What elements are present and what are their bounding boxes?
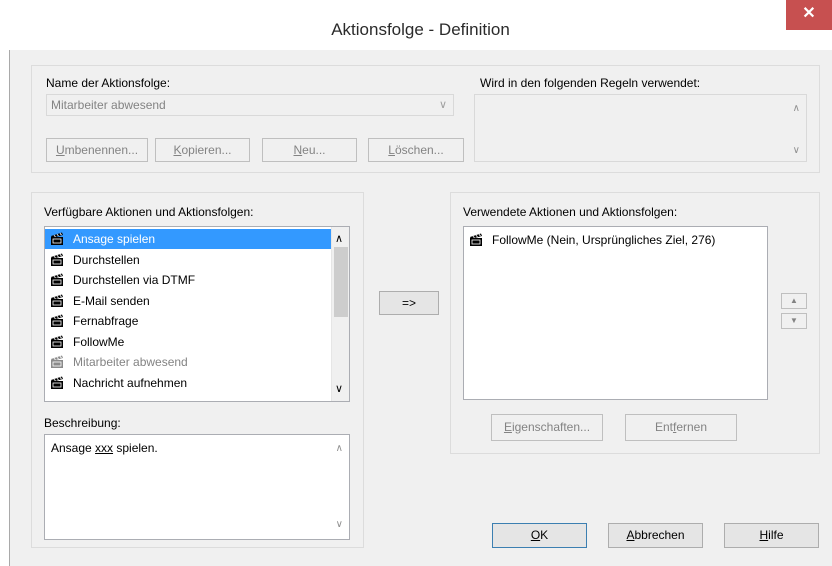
ok-mnemonic: O	[530, 528, 541, 542]
available-list-item[interactable]: Durchstellen via DTMF	[45, 270, 349, 290]
delete-button[interactable]: Löschen...	[368, 138, 464, 162]
properties-mnemonic: E	[503, 420, 512, 434]
dialog-title: Aktionsfolge - Definition	[331, 20, 510, 39]
available-scrollbar[interactable]: ∧ ∨	[331, 227, 349, 401]
rename-mnemonic: U	[55, 143, 65, 157]
move-up-button[interactable]: ▲	[781, 293, 807, 309]
delete-mnemonic: L	[388, 143, 395, 157]
available-item-label: Mitarbeiter abwesend	[73, 355, 188, 369]
available-list-item[interactable]: E-Mail senden	[45, 291, 349, 311]
available-item-label: E-Mail senden	[73, 293, 150, 308]
copy-button[interactable]: Kopieren...	[155, 138, 250, 162]
available-list-item[interactable]: Mitarbeiter abwesend	[45, 352, 349, 372]
available-item-label: Durchstellen	[73, 252, 140, 267]
help-button[interactable]: Hilfe	[724, 523, 819, 548]
ok-button[interactable]: OK	[492, 523, 587, 548]
sequence-name-combobox[interactable]: Mitarbeiter abwesend ∨	[46, 94, 454, 116]
rename-button[interactable]: Umbenennen...	[46, 138, 148, 162]
used-item-label: FollowMe (Nein, Ursprüngliches Ziel, 276…	[492, 233, 716, 247]
triangle-up-icon: ▲	[790, 296, 798, 305]
available-item-label: Ansage spielen	[73, 232, 156, 246]
used-label: Verwendete Aktionen und Aktionsfolgen:	[463, 205, 678, 219]
used-list[interactable]: FollowMe (Nein, Ursprüngliches Ziel, 276…	[463, 226, 768, 400]
scroll-down-icon: ∨	[335, 519, 343, 530]
scroll-up-icon: ∧	[792, 103, 800, 114]
available-list-item[interactable]: Fernabfrage	[45, 311, 349, 331]
available-item-label: FollowMe	[73, 334, 125, 349]
help-mnemonic: H	[759, 528, 769, 542]
description-box: Ansage xxx spielen. ∧ ∨	[44, 434, 350, 540]
available-item-label: Durchstellen via DTMF	[73, 273, 196, 287]
available-list-item[interactable]: Nachricht aufnehmen	[45, 373, 349, 393]
available-list-item[interactable]: Ansage spielen	[45, 229, 349, 249]
triangle-down-icon: ▼	[790, 316, 798, 325]
sequence-name-value: Mitarbeiter abwesend	[51, 98, 166, 112]
close-button[interactable]: ✕	[786, 0, 832, 30]
new-mnemonic: N	[293, 143, 303, 157]
remove-button[interactable]: Entfernen	[625, 414, 737, 441]
move-down-button[interactable]: ▼	[781, 313, 807, 329]
description-label: Beschreibung:	[44, 416, 121, 430]
add-action-button[interactable]: =>	[379, 291, 439, 315]
scroll-up-icon: ∧	[335, 443, 343, 454]
available-item-label: Fernabfrage	[73, 314, 139, 328]
scroll-up-icon[interactable]: ∧	[335, 232, 343, 245]
available-label: Verfügbare Aktionen und Aktionsfolgen:	[44, 205, 254, 219]
available-list-item[interactable]: FollowMe	[45, 332, 349, 352]
used-list-item[interactable]: FollowMe (Nein, Ursprüngliches Ziel, 276…	[464, 230, 715, 250]
chevron-down-icon: ∨	[438, 99, 447, 111]
new-button[interactable]: Neu...	[262, 138, 357, 162]
available-item-label: Nachricht aufnehmen	[73, 375, 188, 390]
description-placeholder: xxx	[95, 441, 114, 455]
sequence-name-label: Name der Aktionsfolge:	[46, 76, 171, 90]
available-list-item[interactable]: Durchstellen	[45, 250, 349, 270]
description-text: Ansage xxx spielen.	[51, 441, 158, 455]
scrollbar-thumb[interactable]	[334, 247, 348, 317]
scroll-down-icon: ∨	[792, 145, 800, 156]
available-list[interactable]: Ansage spielen Durchstellen Durchstellen v…	[44, 226, 350, 402]
rules-label: Wird in den folgenden Regeln verwendet:	[480, 76, 701, 90]
properties-button[interactable]: Eigenschaften...	[491, 414, 603, 441]
rules-list[interactable]: ∧ ∨	[474, 94, 807, 162]
scroll-down-icon[interactable]: ∨	[335, 382, 343, 395]
cancel-button[interactable]: Abbrechen	[608, 523, 703, 548]
